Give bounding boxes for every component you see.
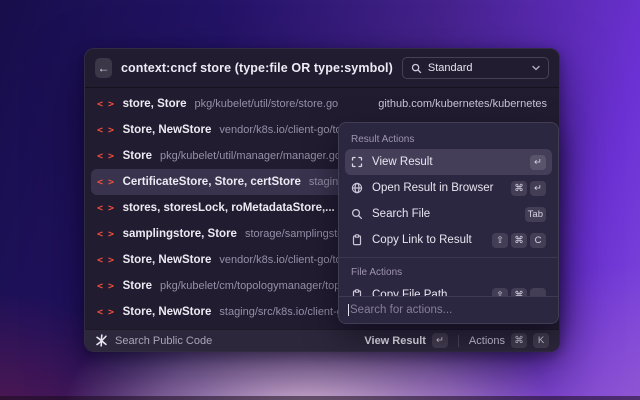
status-bar: Search Public Code View Result ↵ Actions…: [85, 329, 559, 351]
code-symbol-icon: < >: [97, 203, 114, 214]
result-path: pkg/kubelet/util/store/store.go: [194, 98, 338, 110]
result-symbols: stores, storesLock, roMetadataStore,...: [123, 202, 335, 214]
result-symbols: Store: [123, 280, 152, 292]
tab-key-badge: Tab: [525, 207, 546, 222]
scan-icon: [351, 156, 363, 168]
action-label: Copy Link to Result: [372, 234, 472, 246]
divider: [458, 335, 459, 347]
result-symbols: Store: [123, 150, 152, 162]
code-symbol-icon: < >: [97, 99, 114, 110]
screen-bottom-edge: [0, 396, 640, 400]
panel-section-title: Result Actions: [345, 129, 552, 149]
chevron-down-icon: [532, 65, 540, 71]
action-label: View Result: [372, 156, 433, 168]
enter-key-badge: ↵: [432, 333, 448, 348]
search-window: ← context:cncf store (type:file OR type:…: [84, 48, 560, 352]
sourcegraph-logo-icon: [95, 334, 108, 347]
divider: [339, 257, 558, 258]
code-symbol-icon: < >: [97, 307, 114, 318]
search-type-dropdown[interactable]: Standard: [402, 57, 549, 79]
code-symbol-icon: < >: [97, 255, 114, 266]
result-row[interactable]: < > store, Store pkg/kubelet/util/store/…: [85, 91, 559, 117]
view-result-button[interactable]: View Result: [364, 335, 426, 347]
code-symbol-icon: < >: [97, 177, 114, 188]
actions-search-input[interactable]: [349, 304, 549, 316]
result-repo: github.com/kubernetes/kubernetes: [378, 98, 547, 110]
search-type-label: Standard: [428, 62, 473, 74]
shift-key-badge: ⇧: [492, 233, 508, 248]
search-header: ← context:cncf store (type:file OR type:…: [85, 49, 559, 88]
action-search-file[interactable]: Search File Tab: [345, 201, 552, 227]
result-symbols: CertificateStore, Store, certStore: [123, 176, 301, 188]
search-icon: [411, 63, 422, 74]
action-label: Search File: [372, 208, 430, 220]
code-symbol-icon: < >: [97, 281, 114, 292]
action-copy-link[interactable]: Copy Link to Result ⇧ ⌘ C: [345, 227, 552, 253]
code-symbol-icon: < >: [97, 151, 114, 162]
result-symbols: samplingstore, Store: [123, 228, 237, 240]
code-symbol-icon: < >: [97, 125, 114, 136]
enter-key-badge: ↵: [530, 155, 546, 170]
result-path: pkg/kubelet/util/manager/manager.go: [160, 150, 341, 162]
action-label: Open Result in Browser: [372, 182, 493, 194]
back-button[interactable]: ←: [95, 58, 112, 78]
result-symbols: store, Store: [123, 98, 187, 110]
result-symbols: Store, NewStore: [123, 124, 212, 136]
actions-search-footer: [339, 296, 558, 323]
app-label: Search Public Code: [115, 335, 212, 347]
result-symbols: Store, NewStore: [123, 306, 212, 318]
cmd-key-badge: ⌘: [511, 181, 527, 196]
enter-key-badge: ↵: [530, 181, 546, 196]
result-symbols: Store, NewStore: [123, 254, 212, 266]
panel-section-title: File Actions: [345, 262, 552, 282]
k-key-badge: K: [533, 333, 549, 348]
clipboard-icon: [351, 234, 363, 246]
actions-button[interactable]: Actions: [469, 335, 505, 347]
cmd-key-badge: ⌘: [511, 333, 527, 348]
back-arrow-icon: ←: [97, 61, 109, 75]
globe-icon: [351, 182, 363, 194]
code-symbol-icon: < >: [97, 229, 114, 240]
search-icon: [351, 208, 363, 220]
c-key-badge: C: [530, 233, 546, 248]
cmd-key-badge: ⌘: [511, 233, 527, 248]
action-open-in-browser[interactable]: Open Result in Browser ⌘ ↵: [345, 175, 552, 201]
actions-panel: Result Actions View Result ↵ Open Result…: [338, 122, 559, 324]
search-query-input[interactable]: context:cncf store (type:file OR type:sy…: [121, 61, 393, 75]
action-view-result[interactable]: View Result ↵: [345, 149, 552, 175]
